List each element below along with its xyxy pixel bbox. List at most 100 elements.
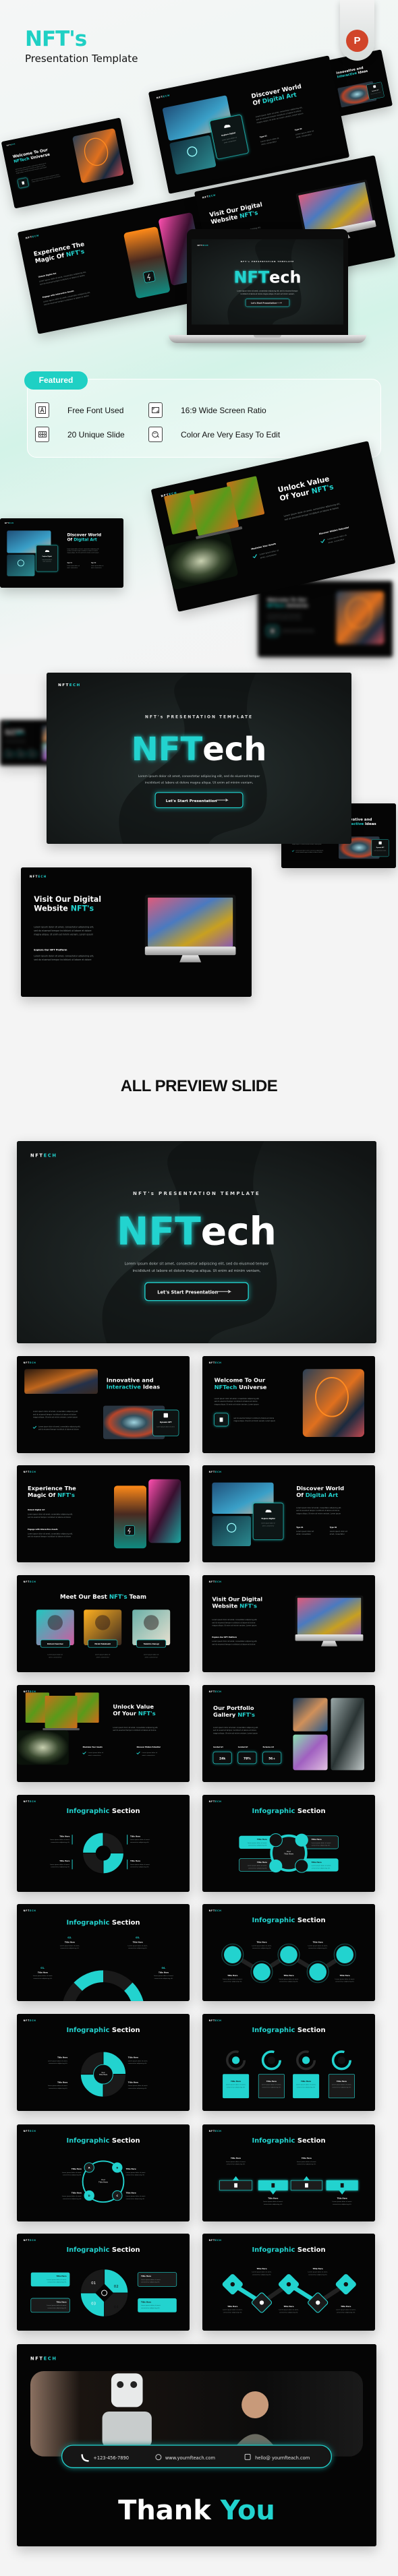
item-body: Lorem ipsum dolor sit amet,	[312, 1842, 332, 1844]
slide-heading: Our PortfolioGallery NFT's	[5, 729, 26, 735]
cover-title: NFTech	[234, 268, 302, 287]
button-label: Let's Start Presentation	[166, 799, 217, 803]
item-body: Lorem ipsum dolor sit amet,	[312, 1865, 332, 1867]
item-body: consectetur adipiscing elit.	[48, 2307, 67, 2309]
preview-slide-innovative[interactable]: NFTECH Innovative and Interactive Ideas L…	[17, 1356, 190, 1453]
item-body: consectetur adipiscing elit.	[312, 1867, 331, 1869]
item-body: consectetur adipiscing elit.	[312, 1845, 331, 1847]
preview-slide-discover[interactable]: NFTECH Explore Digital Lorem ipsum dolor …	[202, 1465, 375, 1562]
preview-slide-infographic-arrows[interactable]: NFTECH Infographic Section Title Here Lorem…	[202, 2124, 375, 2221]
stage-image	[30, 2371, 364, 2457]
start-presentation-button[interactable]: Let's Start Presentation	[245, 299, 290, 307]
heading-line: Discover World	[296, 1485, 344, 1492]
preview-slide-cover[interactable]: NFTECH NFT's PRESENTATION TEMPLATE NFTec…	[17, 1141, 376, 1343]
contact-bar: +123-456-7890 www.yournfteach.com hello@…	[61, 2445, 333, 2468]
cycle-center	[232, 2056, 240, 2064]
item-body: Lorem ipsum dolor sit amet,	[60, 1944, 80, 1946]
item-body: Lorem ipsum dolor sit amet,	[47, 2279, 67, 2281]
brand-logo: NFTECH	[197, 244, 208, 247]
member-face	[95, 1615, 111, 1630]
type-label: Type 01	[296, 1527, 304, 1529]
infographic-title: Infographic Section	[252, 2137, 325, 2145]
item-body: consectetur adipiscing elit.	[126, 2198, 145, 2200]
slide-canvas: NFTECH Explore Digital Lorem ipsum dolor …	[0, 518, 123, 588]
step-icon	[305, 2183, 308, 2188]
heading-line: Magic Of NFT's	[28, 1492, 75, 1498]
preview-slide-infographic-abcd[interactable]: NFTECH Infographic Section Your Title Here A…	[17, 2124, 190, 2221]
body-text: Lorem ipsum dolor sit amet, consectetur …	[28, 1514, 73, 1516]
preview-slide-infographic-ring[interactable]: NFTECH Infographic Section Your Title Here T…	[17, 2014, 190, 2111]
item-title: Title Here	[312, 1861, 322, 1864]
step-icon	[230, 2282, 235, 2287]
preview-slide-visit[interactable]: NFTECH Visit Our Digital Website NFT's Lore…	[202, 1575, 375, 1672]
body-text: sed do eiusmod tempor incididunt ut labo…	[28, 1516, 71, 1519]
item-title: Title Here	[159, 1971, 169, 1973]
brand-logo: NFTECH	[5, 522, 14, 524]
collage-slide-welcome-blurred: NFTECHWelcome To OurNFTech Universe Lore…	[258, 581, 393, 657]
robot-image	[302, 1369, 364, 1437]
slide-canvas: NFTECHInfographic SectionTitle HereLorem…	[202, 1904, 375, 2001]
heading-line: Of Digital Art	[67, 537, 97, 542]
brand-logo: NFTECH	[209, 1361, 222, 1364]
center-title: Title Here	[283, 1852, 293, 1855]
letter-label: D	[88, 2195, 90, 2197]
ratio-icon	[148, 402, 163, 418]
brand-logo: NFTECH	[209, 2239, 222, 2242]
cover-body: incididunt ut labore et dolore magna ali…	[240, 293, 294, 295]
brand-logo: NFTECH	[30, 2356, 57, 2361]
body-text: amet, consectetur	[91, 567, 102, 569]
preview-slide-infographic-arc[interactable]: NFTECH Infographic Section 01. Title Here Lo…	[17, 1904, 190, 2001]
body-text: amet, consectetur	[96, 1656, 109, 1658]
item-body: consectetur adipiscing elit.	[60, 1947, 79, 1949]
member-face	[47, 1615, 63, 1630]
step-icon	[343, 2282, 348, 2287]
slide-canvas: NFTECHInfographic SectionTitle HereLorem…	[202, 2014, 375, 2111]
preview-slide-thank-you[interactable]: NFTECH +123-456-7890 www.yournfteach.com…	[17, 2344, 376, 2546]
preview-slide-infographic-diamonds[interactable]: NFTECH Infographic Section Title Here Lorem…	[202, 2234, 375, 2331]
monitor-chin	[144, 946, 236, 956]
preview-slide-infographic-hub[interactable]: NFTECH Infographic Section Your Title Here…	[202, 1795, 375, 1892]
brand-logo: NFTECH	[24, 1581, 36, 1583]
preview-slide-infographic-cycles[interactable]: NFTECH Infographic Section Title Here Lorem…	[202, 2014, 375, 2111]
item-body: consectetur adipiscing elit.	[63, 2198, 82, 2200]
item-body: Lorem ipsum dolor sit amet,	[332, 2084, 352, 2086]
heading-line: Discover World	[67, 532, 102, 537]
body-text: magna aliqua. Ut enim ad minim veniam, L…	[282, 631, 314, 633]
featured-badge: Featured	[24, 371, 88, 390]
item-body: Lorem ipsum dolor sit amet,	[223, 2309, 243, 2311]
item-title: Title Here	[312, 1838, 322, 1841]
preview-slide-unlock[interactable]: NFTECH Unlock Value Of Your NFT's Lorem ip…	[17, 1685, 190, 1782]
preview-slide-infographic-numbered[interactable]: NFTECH Infographic Section 01 02 03 04 Title H…	[17, 2234, 190, 2331]
body-text: sed do eiusmod tempor incididunt ut labo…	[38, 1429, 79, 1431]
laptop-screen-center	[45, 1696, 78, 1728]
item-body: consectetur adipiscing elit.	[141, 2281, 160, 2283]
preview-slide-team[interactable]: NFTECH Meet Our Best NFT's Team Richard Sa…	[17, 1575, 190, 1672]
hero-subtitle: Presentation Template	[25, 53, 138, 65]
item-body: Lorem ipsum dolor sit amet,	[226, 2161, 246, 2163]
body-text: Lorem ipsum dolor sit amet, consectetur …	[113, 1727, 158, 1729]
step-icon	[271, 2183, 275, 2188]
preview-slide-portfolio[interactable]: NFTECH Our Portfolio Gallery NFT's Lorem ip…	[202, 1685, 375, 1782]
preview-slide-welcome[interactable]: NFTECH Welcome To Our NFTech Universe Lore…	[202, 1356, 375, 1453]
start-presentation-button[interactable]: Let's Start Presentation	[154, 792, 244, 808]
item-body: Lorem ipsum dolor sit amet,	[336, 2309, 356, 2311]
body-text: magna aliqua. Ut enim ad minim veniam, L…	[215, 1403, 260, 1405]
preview-slide-infographic-wave[interactable]: NFTECH Infographic Section Title Here Lorem…	[202, 1904, 375, 2001]
monitor-chin	[295, 1634, 364, 1641]
laptop-base	[42, 1728, 80, 1731]
feature-label: Color Are Very Easy To Edit	[181, 429, 281, 439]
item-title: Title Here	[59, 1860, 69, 1862]
item-title: Title Here	[72, 2191, 82, 2194]
brand-logo: NFTECH	[58, 683, 81, 687]
infographic-title: Infographic Section	[66, 2246, 140, 2254]
start-presentation-button[interactable]: Let's Start Presentation	[144, 1282, 249, 1301]
body-text: sed do eiusmod tempor incididunt ut labo…	[113, 1729, 156, 1731]
button-label: Let's Start Presentation	[157, 1290, 218, 1295]
font-icon	[35, 402, 49, 418]
item-body: Lorem ipsum dolor sit amet,	[141, 2304, 161, 2306]
body-text: amet, consectetur	[330, 1533, 345, 1535]
preview-slide-experience[interactable]: NFTECH Experience The Magic Of NFT's Unlock…	[17, 1465, 190, 1562]
brand-logo: NFTECH	[24, 2239, 36, 2242]
heading-line: Of Digital Art	[296, 1492, 338, 1498]
preview-slide-infographic-puzzle[interactable]: NFTECH Infographic Section Title Here Lorem…	[17, 1795, 190, 1892]
